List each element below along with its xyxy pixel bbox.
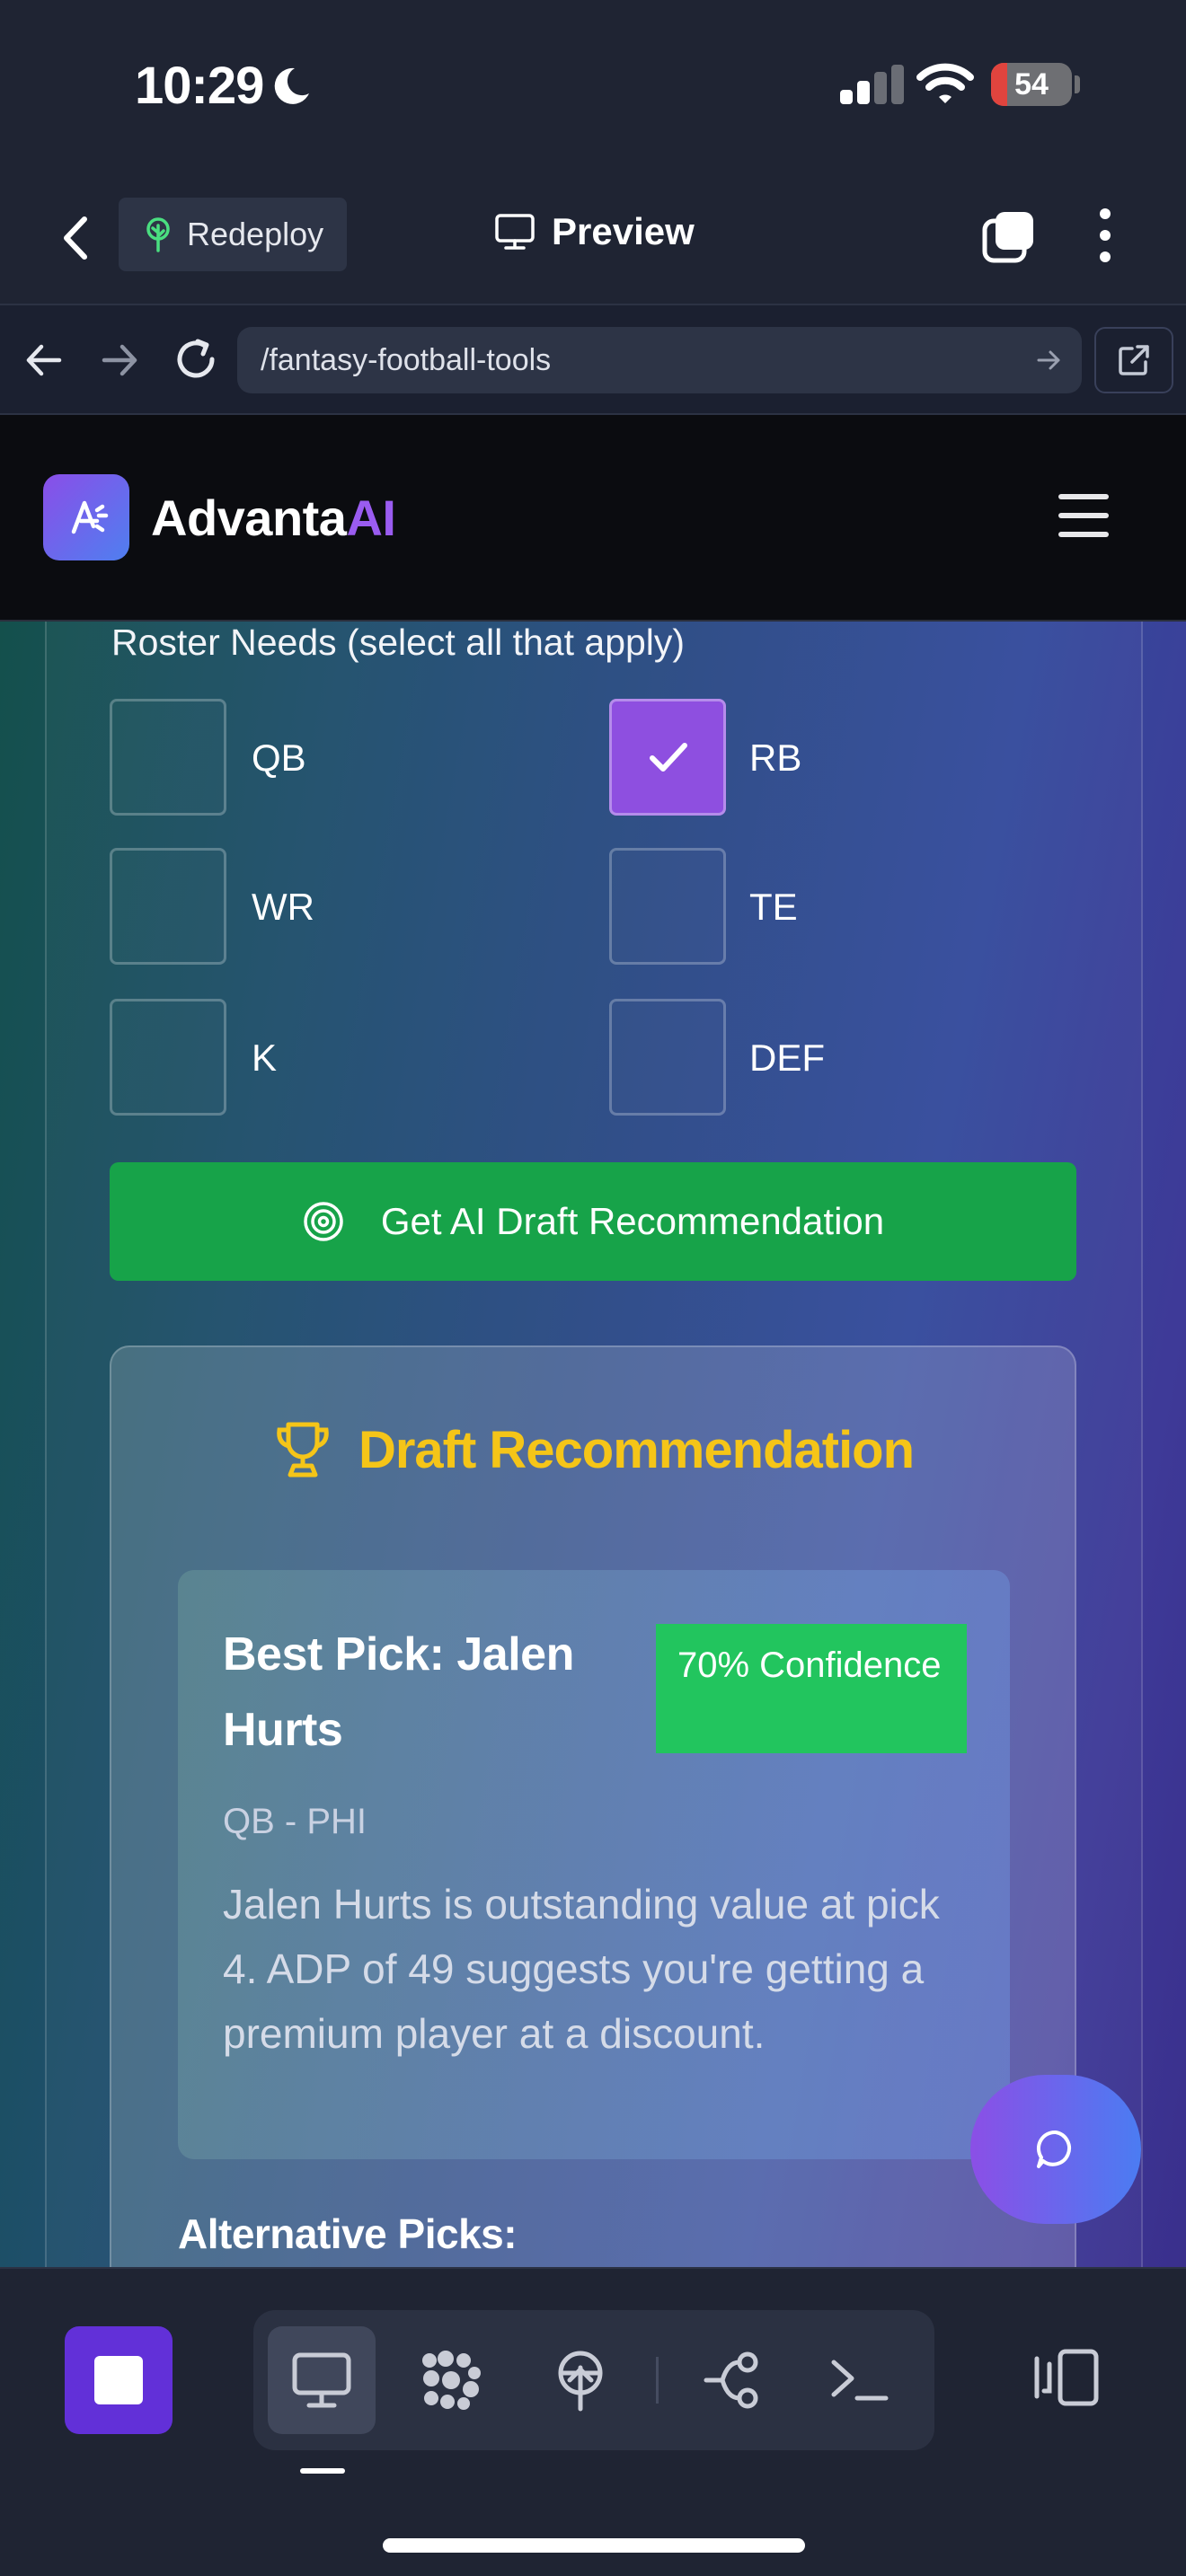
monitor-icon: [495, 214, 535, 250]
logo-icon[interactable]: [43, 474, 129, 560]
open-external-button[interactable]: [1094, 327, 1173, 393]
status-bar: 10:29 54: [0, 0, 1186, 171]
home-indicator: [383, 2538, 805, 2553]
checkbox-label: QB: [252, 737, 306, 779]
url-input[interactable]: /fantasy-football-tools: [237, 327, 1082, 393]
tabs-icon[interactable]: [981, 208, 1037, 264]
kebab-icon[interactable]: [1093, 207, 1118, 264]
site-header: AdvantaAI: [0, 415, 1186, 622]
roster-needs-label: Roster Needs (select all that apply): [111, 622, 686, 663]
hamburger-icon[interactable]: [1058, 494, 1109, 537]
battery-icon: 54: [991, 63, 1072, 106]
battery-level: 54: [1014, 67, 1049, 101]
checkbox-label: WR: [252, 886, 314, 928]
apps-tool-button[interactable]: [397, 2326, 505, 2434]
redeploy-button[interactable]: Redeploy: [119, 198, 347, 271]
panel-toggle-icon[interactable]: [1033, 2346, 1102, 2409]
chat-button[interactable]: [970, 2075, 1141, 2224]
brand-main: Advanta: [151, 490, 347, 546]
arrow-left-icon[interactable]: [23, 340, 65, 381]
toolbar-divider: [656, 2357, 659, 2404]
pick-description: Jalen Hurts is outstanding value at pick…: [223, 1881, 940, 2057]
checkbox-rb[interactable]: [609, 699, 726, 816]
brand-accent: AI: [346, 490, 396, 546]
moon-icon: [274, 67, 309, 104]
checkbox-def[interactable]: [609, 999, 726, 1116]
active-tab-indicator: [300, 2468, 345, 2474]
apps-icon: [422, 2351, 481, 2410]
get-recommendation-button[interactable]: Get AI Draft Recommendation: [110, 1162, 1076, 1281]
recommendation-card: Draft Recommendation Best Pick: Jalen Hu…: [110, 1345, 1076, 2267]
best-pick-card: Best Pick: Jalen Hurts 70% Confidence QB…: [178, 1570, 1010, 2159]
signal-icon: [840, 65, 904, 104]
tool-group: [253, 2310, 934, 2450]
stop-button[interactable]: [65, 2326, 173, 2434]
deploy-tool-button[interactable]: [527, 2326, 634, 2434]
terminal-icon: [831, 2360, 889, 2401]
checkbox-k[interactable]: [110, 999, 226, 1116]
monitor-icon: [292, 2352, 351, 2408]
clock: 10:29: [135, 57, 264, 115]
preview-tool-button[interactable]: [268, 2326, 376, 2434]
checkbox-label: DEF: [749, 1037, 825, 1079]
preview-toggle[interactable]: Preview: [494, 210, 695, 253]
main-content: Roster Needs (select all that apply) QB …: [0, 622, 1186, 2267]
recommendation-title: Draft Recommendation: [358, 1420, 915, 1479]
redeploy-label: Redeploy: [187, 216, 324, 252]
best-pick-name: Best Pick: Jalen Hurts: [223, 1628, 574, 1756]
brand-name[interactable]: AdvantaAI: [151, 489, 396, 547]
stop-icon: [94, 2356, 143, 2404]
checkbox-qb[interactable]: [110, 699, 226, 816]
pick-position-team: QB - PHI: [223, 1802, 367, 1841]
checkbox-label: K: [252, 1037, 278, 1079]
external-link-icon: [1119, 345, 1149, 375]
checkbox-te[interactable]: [609, 848, 726, 965]
git-tool-button[interactable]: [679, 2326, 787, 2434]
check-icon: [650, 743, 687, 772]
recommendation-heading: Draft Recommendation: [111, 1419, 1075, 1480]
alternative-picks-heading: Alternative Picks:: [178, 2210, 518, 2257]
browser-url-bar: /fantasy-football-tools: [0, 305, 1186, 415]
confidence-badge: 70% Confidence: [656, 1624, 967, 1753]
chat-icon: [1036, 2130, 1071, 2168]
git-icon: [704, 2351, 758, 2409]
cta-label: Get AI Draft Recommendation: [380, 1200, 885, 1242]
terminal-tool-button[interactable]: [805, 2326, 913, 2434]
bottom-toolbar: [0, 2267, 1186, 2576]
target-icon: [304, 1202, 343, 1241]
trophy-icon: [277, 1422, 329, 1478]
chevron-left-icon[interactable]: [56, 214, 95, 262]
tree-icon: [146, 217, 170, 252]
app-topbar: Redeploy Preview: [0, 171, 1186, 305]
go-arrow-icon[interactable]: [1035, 347, 1062, 374]
reload-icon[interactable]: [171, 334, 221, 384]
arrow-right-icon[interactable]: [99, 340, 140, 381]
checkbox-label: TE: [749, 886, 798, 928]
battery-tip: [1075, 75, 1080, 93]
wifi-icon: [916, 63, 974, 103]
checkbox-label: RB: [749, 737, 802, 779]
preview-label: Preview: [552, 210, 695, 252]
deploy-icon: [558, 2351, 603, 2412]
url-text: /fantasy-football-tools: [261, 343, 552, 377]
checkbox-wr[interactable]: [110, 848, 226, 965]
